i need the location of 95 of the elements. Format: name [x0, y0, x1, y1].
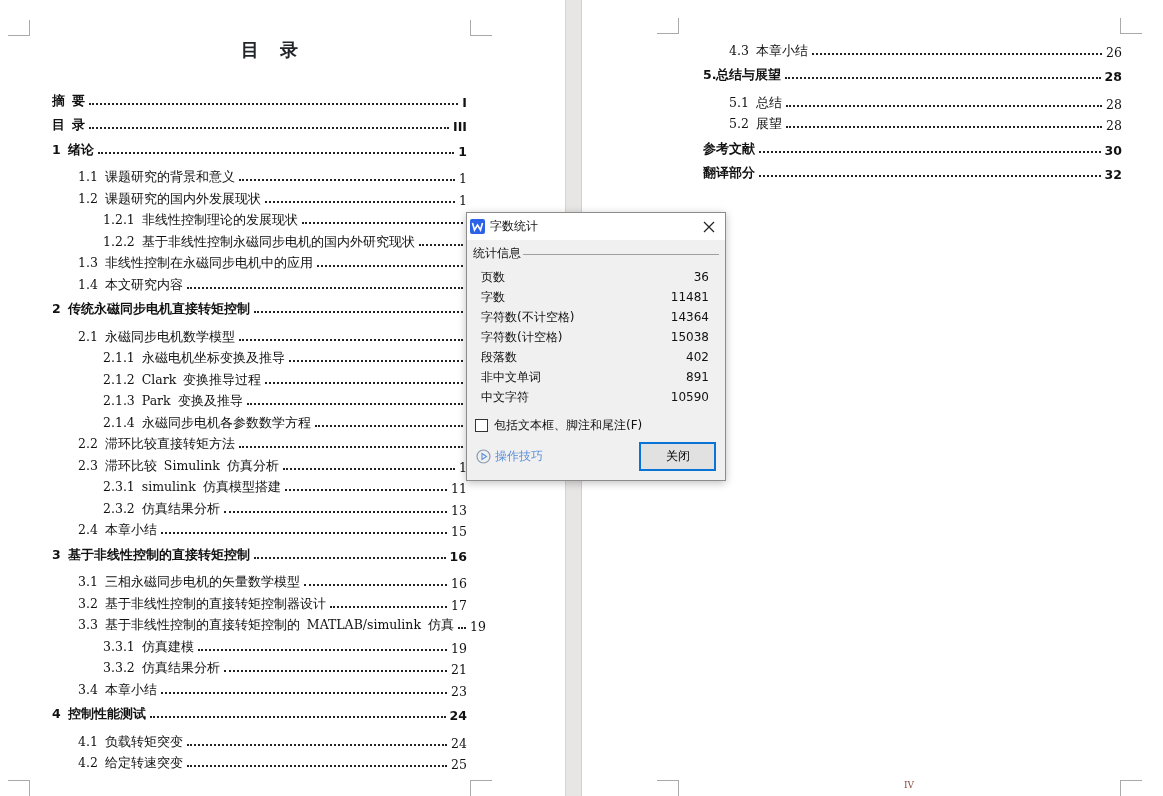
page-number: 30 [1104, 142, 1122, 158]
group-label: 统计信息 [473, 245, 521, 262]
toc-entry-title: 1.2 课题研究的国内外发展现状 [78, 190, 261, 208]
page-number: 1 [459, 192, 467, 208]
play-circle-icon [476, 449, 491, 464]
page-number: 21 [451, 662, 467, 677]
toc-entry-title: 2.3.2 仿真结果分析 [103, 500, 220, 518]
document-title: 目 录 [240, 38, 299, 62]
crop-mark [8, 20, 30, 36]
toc-entry-title: 3.3.1 仿真建模 [103, 638, 194, 656]
stat-label: 字数 [481, 288, 505, 306]
crop-mark [657, 780, 679, 796]
stat-value: 14364 [670, 310, 709, 324]
page-number: III [453, 119, 467, 134]
toc-entry-title: 5.2 展望 [729, 116, 782, 133]
stat-label: 段落数 [481, 348, 517, 366]
toc-entry-title: 3.1 三相永磁同步电机的矢量数学模型 [78, 574, 300, 591]
app-logo-icon [470, 219, 485, 234]
checkbox[interactable] [475, 419, 488, 432]
toc-entry-title: 1.2.2 基于非线性控制永磁同步电机的国内外研究现状 [103, 233, 415, 251]
toc-entry-title: 1.2.1 非线性控制理论的发展现状 [103, 212, 298, 229]
toc-entry-title: 3.2 基于非线性控制的直接转矩控制器设计 [78, 595, 326, 613]
page-number: 11 [451, 481, 467, 496]
page-number: 28 [1106, 118, 1122, 133]
toc-entry-title: 2.3 滞环比较 Simulink 仿真分析 [78, 457, 279, 475]
toc-entry-title: 3.4 本章小结 [78, 681, 157, 699]
stat-value: 15038 [670, 330, 709, 344]
page-number: 1 [458, 143, 467, 159]
toc-entry-title: 2.1.3 Park 变换及推导 [103, 393, 243, 410]
toc-entry-title: 2.2 滞环比较直接转矩方法 [78, 436, 235, 453]
toc-entry-title: 2.1.4 永磁同步电机各参数数学方程 [103, 414, 311, 432]
dot-leader [457, 627, 466, 629]
stat-value: 10590 [670, 390, 709, 404]
toc-entry-title: 参考文献 [703, 140, 755, 158]
crop-mark [657, 18, 679, 34]
stat-label: 非中文单词 [481, 368, 541, 386]
toc-entry-title: 2.4 本章小结 [78, 522, 157, 539]
crop-mark [1120, 780, 1142, 796]
checkbox-label: 包括文本框、脚注和尾注(F) [494, 417, 643, 434]
toc-entry-title: 翻译部分 [703, 165, 755, 182]
toc-entry-title: 3.3 基于非线性控制的直接转矩控制的 MATLAB/simulink 仿真 [78, 617, 454, 634]
crop-mark [470, 20, 492, 36]
toc-entry-title: 5.1 总结 [729, 94, 782, 112]
page-number: 23 [451, 683, 467, 699]
page-number: 19 [451, 640, 467, 656]
toc-entry-title: 2 传统永磁同步电机直接转矩控制 [52, 301, 251, 318]
toc-entry-title: 4 控制性能测试 [52, 706, 147, 723]
toc-entry-title: 3.3.2 仿真结果分析 [103, 660, 220, 677]
page-number: 24 [449, 708, 467, 723]
page-number: 26 [1106, 44, 1122, 60]
toc-entry-title: 2.3.1 simulink 仿真模型搭建 [103, 479, 281, 496]
crop-mark [1120, 18, 1142, 34]
toc-entry-title: 4.2 给定转速突变 [78, 755, 183, 772]
toc-entry-title: 4.1 负载转矩突变 [78, 733, 183, 751]
stat-value: 36 [693, 270, 709, 284]
close-dialog-button[interactable]: 关闭 [639, 442, 716, 471]
page-number: 28 [1106, 96, 1122, 112]
stat-value: 402 [686, 350, 709, 364]
toc-entry-title: 2.1.2 Clark 变换推导过程 [103, 371, 262, 389]
page-number: 15 [451, 524, 467, 539]
page-number: 28 [1104, 69, 1122, 84]
page-number: 1 [459, 171, 467, 186]
crop-mark [470, 780, 492, 796]
toc-entry-title: 1.1 课题研究的背景和意义 [78, 169, 235, 186]
stat-label: 中文字符 [481, 388, 529, 406]
stat-value: 891 [686, 370, 709, 384]
stat-label: 字符数(不计空格) [481, 308, 575, 326]
page-number: 1 [459, 459, 467, 475]
page-number: 25 [451, 757, 467, 772]
page-number: 16 [451, 576, 467, 591]
stat-label: 字符数(计空格) [481, 328, 563, 346]
page-number: 17 [451, 597, 467, 613]
page-number: 32 [1104, 167, 1122, 182]
toc-entry-title: 4.3 本章小结 [729, 42, 808, 60]
page-number: 16 [449, 548, 467, 564]
dot-leader [418, 243, 463, 246]
page-number: 19 [469, 619, 486, 634]
toc-entry-title: 3 基于非线性控制的直接转矩控制 [52, 546, 251, 564]
page-number: I [462, 94, 467, 110]
stat-label: 页数 [481, 268, 505, 286]
page-number: 13 [451, 502, 467, 518]
toc-entry-title: 目 录 [52, 117, 86, 134]
page-footer-number: IV [904, 780, 915, 790]
toc-entry-title: 5.总结与展望 [703, 67, 782, 84]
crop-mark [8, 780, 30, 796]
stat-value: 11481 [670, 290, 709, 304]
toc-entry-title: 2.1 永磁同步电机数学模型 [78, 328, 235, 346]
toc-entry-title: 2.1.1 永磁电机坐标变换及推导 [103, 350, 285, 367]
toc-entry-title: 1.3 非线性控制在永磁同步电机中的应用 [78, 255, 313, 272]
close-icon [703, 220, 715, 233]
toc-entry-title: 摘 要 [52, 92, 86, 110]
page-number: 24 [451, 735, 467, 751]
toc-entry-title: 1.4 本文研究内容 [78, 276, 183, 294]
dialog-title: 字数统计 [490, 218, 539, 235]
toc-entry-title: 1 绪论 [52, 141, 95, 159]
